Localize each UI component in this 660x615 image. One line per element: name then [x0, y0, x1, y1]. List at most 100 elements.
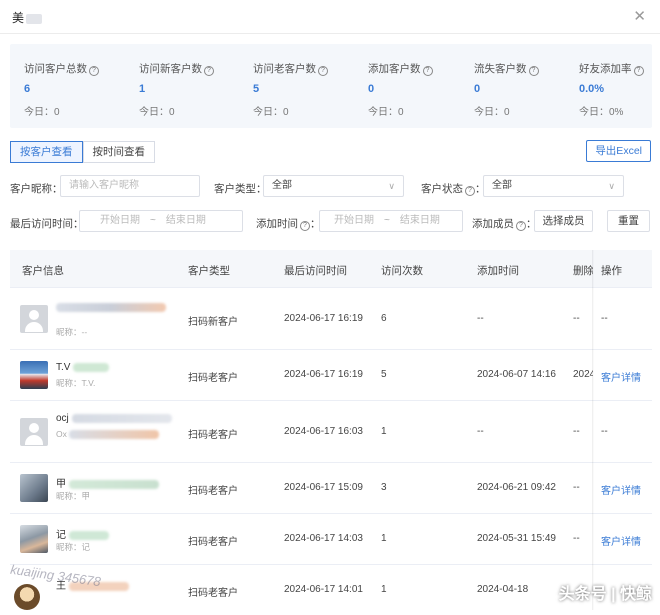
th-last-visit: 最后访问时间 [284, 265, 347, 277]
tab-by-time[interactable]: 按时间查看 [82, 141, 155, 163]
last-visit-time: 2024-06-17 14:03 [284, 533, 363, 544]
added-time: 2024-06-21 09:42 [477, 482, 556, 493]
table-row: T.V 昵称：T.V. 扫码老客户 2024-06-17 16:19 5 202… [10, 350, 652, 401]
table-row: ocj Ox 扫码老客户 2024-06-17 16:03 1 -- -- -- [10, 401, 652, 463]
added-time-label: 添加时间?： [256, 218, 321, 231]
last-visit-range[interactable]: 开始日期 ~ 结束日期 [79, 210, 243, 232]
last-visit-time: 2024-06-17 16:03 [284, 426, 363, 437]
last-visit-label: 最后访问时间： [10, 218, 84, 230]
customer-table: 客户信息 客户类型 最后访问时间 访问次数 添加时间 删除 操作 昵称：-- 扫… [10, 250, 652, 615]
customer-detail-link[interactable]: 客户详情 [601, 533, 641, 548]
th-visit-count: 访问次数 [381, 265, 423, 277]
watermark-avatar [14, 584, 40, 610]
stat-value: 5 [253, 83, 260, 95]
customer-name: 甲 [56, 475, 159, 490]
deleted-time: -- [573, 482, 580, 493]
nickname-label: 客户昵称： [10, 183, 63, 195]
avatar [20, 474, 48, 502]
help-icon[interactable]: ? [318, 66, 328, 76]
th-deleted: 删除 [573, 265, 593, 277]
export-excel-button[interactable]: 导出Excel [586, 140, 651, 162]
deleted-time: -- [573, 426, 580, 437]
customer-nickname: 昵称：T.V. [56, 378, 96, 388]
select-member-button[interactable]: 选择成员 [534, 210, 593, 232]
visit-count: 3 [381, 482, 387, 493]
customer-type: 扫码老客户 [188, 486, 238, 497]
customer-detail-link[interactable]: 客户详情 [601, 369, 641, 384]
stat-today: 今日：0 [368, 107, 404, 118]
stat-old-visitors: 访问老客户数? 5 今日：0 [253, 61, 328, 118]
deleted-time: -- [573, 533, 580, 544]
added-time-range[interactable]: 开始日期 ~ 结束日期 [319, 210, 463, 232]
th-added-time: 添加时间 [477, 265, 519, 277]
stat-today: 今日：0 [139, 107, 175, 118]
stat-value: 1 [139, 83, 146, 95]
avatar [20, 418, 48, 446]
reset-button[interactable]: 重置 [607, 210, 650, 232]
stat-lost-customers: 流失客户数? 0 今日：0 [474, 61, 539, 118]
help-icon[interactable]: ? [528, 66, 539, 76]
customer-name [56, 302, 166, 313]
visit-count: 6 [381, 313, 387, 324]
chevron-down-icon: ∨ [608, 181, 615, 191]
stat-new-visitors: 访问新客户数? 1 今日：0 [139, 61, 214, 118]
customer-name: ocj [56, 413, 172, 424]
stat-today: 今日：0 [24, 107, 60, 118]
customer-name: T.V [56, 362, 110, 373]
avatar [20, 525, 48, 553]
customer-nickname: 昵称：甲 [56, 491, 91, 501]
th-action: 操作 [601, 265, 622, 277]
avatar [20, 305, 48, 333]
customer-type: 扫码老客户 [188, 537, 238, 548]
stat-added-customers: 添加客户数? 0 今日：0 [368, 61, 433, 118]
visit-count: 1 [381, 584, 387, 595]
stat-total-visitors: 访问客户总数? 6 今日：0 [24, 61, 99, 118]
table-row: 记 昵称：记 扫码老客户 2024-06-17 14:03 1 2024-05-… [10, 514, 652, 565]
stat-value: 0 [474, 83, 481, 95]
fixed-column-shadow [592, 250, 594, 610]
visit-count: 1 [381, 533, 387, 544]
close-icon[interactable]: ✕ [633, 7, 646, 25]
window-header: 美 ✕ [0, 0, 660, 34]
row-action: -- [601, 313, 608, 324]
table-row: 昵称：-- 扫码新客户 2024-06-17 16:19 6 -- -- -- [10, 288, 652, 350]
deleted-time: -- [573, 313, 580, 324]
window-title: 美 [12, 9, 43, 26]
customer-detail-link[interactable]: 客户详情 [601, 482, 641, 497]
help-icon[interactable]: ? [422, 66, 433, 76]
last-visit-time: 2024-06-17 15:09 [284, 482, 363, 493]
help-icon[interactable]: ? [204, 66, 214, 76]
help-icon[interactable]: ? [300, 221, 310, 231]
last-visit-time: 2024-06-17 16:19 [284, 313, 363, 324]
stats-panel: 访问客户总数? 6 今日：0 访问新客户数? 1 今日：0 访问老客户数? 5 … [10, 44, 652, 128]
customer-nickname: Ox [56, 429, 160, 440]
visit-count: 1 [381, 426, 387, 437]
avatar [20, 361, 48, 389]
th-customer-info: 客户信息 [22, 265, 64, 277]
stat-value: 6 [24, 83, 31, 95]
added-member-label: 添加成员?： [472, 218, 537, 231]
deleted-time: 2024 [573, 369, 593, 380]
added-time: 2024-06-07 14:16 [477, 369, 556, 380]
customer-status-label: 客户状态?： [421, 183, 486, 196]
customer-type: 扫码老客户 [188, 373, 238, 384]
tab-by-customer[interactable]: 按客户查看 [10, 141, 83, 163]
watermark-brand: 头条号 | 快鲸 [558, 586, 652, 603]
row-action: -- [601, 426, 608, 437]
customer-type-label: 客户类型： [214, 183, 267, 195]
help-icon[interactable]: ? [465, 186, 475, 196]
visit-count: 5 [381, 369, 387, 380]
help-icon[interactable]: ? [633, 66, 644, 76]
stat-today: 今日：0% [579, 107, 624, 118]
customer-status-select[interactable]: 全部 ∨ [483, 175, 624, 197]
table-header: 客户信息 客户类型 最后访问时间 访问次数 添加时间 删除 操作 [10, 250, 652, 288]
added-time: -- [477, 313, 484, 324]
help-icon[interactable]: ? [516, 221, 526, 231]
table-row: 甲 昵称：甲 扫码老客户 2024-06-17 15:09 3 2024-06-… [10, 463, 652, 514]
added-time: 2024-05-31 15:49 [477, 533, 556, 544]
nickname-input[interactable]: 请输入客户昵称 [60, 175, 200, 197]
customer-type-select[interactable]: 全部 ∨ [263, 175, 404, 197]
stat-friend-rate: 好友添加率? 0.0% 今日：0% [579, 61, 644, 118]
help-icon[interactable]: ? [89, 66, 99, 76]
added-time: 2024-04-18 [477, 584, 529, 595]
